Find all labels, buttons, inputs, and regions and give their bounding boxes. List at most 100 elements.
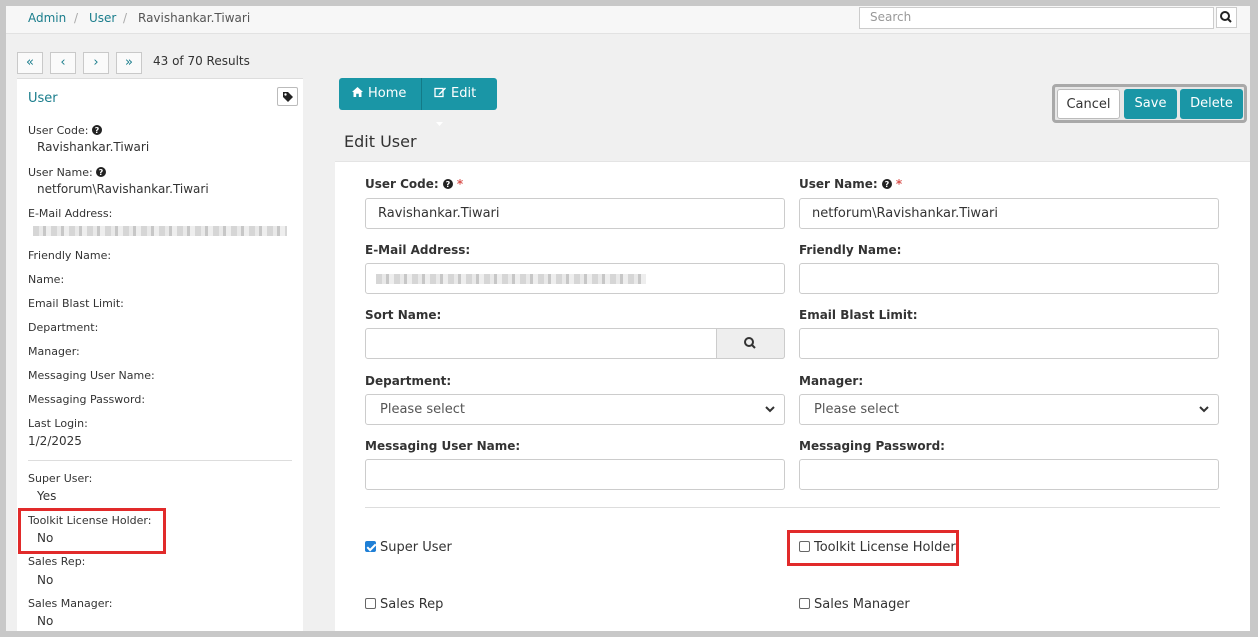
user-summary-panel: User User Code: ? Ravishankar.Tiwari Use… (17, 78, 303, 631)
search-icon (744, 337, 756, 349)
toolkit-license-checkbox[interactable] (799, 541, 810, 552)
super-user-checkbox-label: Super User (380, 540, 452, 555)
email-field-label: E-Mail Address: (365, 243, 471, 257)
sales-manager-label: Sales Manager: (28, 597, 113, 610)
pager-prev-button[interactable]: ‹ (50, 52, 76, 74)
messaging-password-input[interactable] (799, 459, 1219, 490)
email-input[interactable] (365, 263, 785, 294)
sales-manager-checkbox-label: Sales Manager (814, 597, 910, 612)
user-code-input[interactable]: Ravishankar.Tiwari (365, 198, 785, 229)
friendly-name-field-label: Friendly Name: (799, 243, 902, 257)
cancel-button[interactable]: Cancel (1057, 89, 1120, 119)
department-select[interactable]: Please select (365, 394, 785, 425)
sales-rep-checkbox[interactable] (365, 598, 376, 609)
friendly-name-input[interactable] (799, 263, 1219, 294)
super-user-value: Yes (37, 489, 57, 503)
pager-next-button[interactable]: › (83, 52, 109, 74)
super-user-checkbox-row[interactable]: Super User (365, 540, 452, 555)
svg-text:?: ? (446, 180, 451, 189)
name-label: Name: (28, 273, 65, 286)
sort-name-input[interactable] (365, 328, 785, 359)
user-code-value: Ravishankar.Tiwari (37, 140, 150, 154)
search-icon (1220, 11, 1232, 23)
app-frame: Admin / User / Ravishankar.Tiwari Search… (6, 6, 1250, 631)
toolkit-license-checkbox-row[interactable]: Toolkit License Holder (799, 540, 956, 555)
email-label: E-Mail Address: (28, 207, 113, 220)
toolkit-license-value: No (37, 531, 54, 545)
breadcrumb-separator: / (123, 11, 128, 25)
pager-results: 43 of 70 Results (153, 54, 250, 68)
search-input[interactable]: Search (859, 7, 1214, 29)
manager-field-label: Manager: (799, 374, 864, 388)
panel-divider (28, 460, 292, 461)
search-button[interactable] (1216, 7, 1237, 28)
page-title: Edit User (344, 132, 417, 151)
help-icon: ? (96, 167, 107, 177)
email-value-redacted (376, 274, 646, 284)
svg-text:?: ? (95, 126, 100, 135)
user-code-label: User Code: ? (28, 124, 102, 137)
email-blast-limit-input[interactable] (799, 328, 1219, 359)
messaging-user-name-input[interactable] (365, 459, 785, 490)
home-icon (352, 87, 363, 97)
sales-manager-checkbox[interactable] (799, 598, 810, 609)
messaging-password-label: Messaging Password: (28, 393, 146, 406)
edit-button-label: Edit (451, 86, 477, 101)
delete-button[interactable]: Delete (1180, 89, 1243, 119)
manager-label: Manager: (28, 345, 80, 358)
help-icon: ? (881, 179, 892, 189)
manager-select[interactable]: Please select (799, 394, 1219, 425)
toolkit-license-checkbox-label: Toolkit License Holder (814, 540, 956, 555)
svg-text:?: ? (885, 180, 890, 189)
sales-rep-checkbox-row[interactable]: Sales Rep (365, 597, 443, 612)
user-code-field-label: User Code: ? * (365, 177, 464, 191)
department-select-value: Please select (380, 402, 465, 417)
toolkit-license-label: Toolkit License Holder: (28, 514, 152, 527)
manager-select-value: Please select (814, 402, 899, 417)
user-name-field-label: User Name: ? * (799, 177, 903, 191)
edit-menu-button[interactable]: Edit (421, 78, 497, 126)
top-bar: Admin / User / Ravishankar.Tiwari Search (6, 6, 1250, 34)
edit-user-form: User Code: ? * Ravishankar.Tiwari User Na… (335, 161, 1250, 631)
home-button[interactable]: Home (339, 78, 421, 110)
messaging-user-name-label: Messaging User Name: (28, 369, 155, 382)
chevron-down-icon (765, 406, 775, 413)
svg-text:?: ? (99, 168, 104, 177)
breadcrumb-admin[interactable]: Admin (28, 11, 66, 25)
sales-manager-value: No (37, 614, 54, 628)
caret-down-icon (436, 122, 443, 126)
user-name-value: netforum\Ravishankar.Tiwari (37, 182, 209, 196)
pager-first-button[interactable]: « (17, 52, 43, 74)
pager-last-button[interactable]: » (116, 52, 142, 74)
messaging-user-name-field-label: Messaging User Name: (365, 439, 521, 453)
sales-rep-label: Sales Rep: (28, 555, 86, 568)
chevron-down-icon (1199, 406, 1209, 413)
user-name-label: User Name: ? (28, 166, 107, 179)
tag-icon (283, 92, 293, 102)
email-blast-limit-field-label: Email Blast Limit: (799, 308, 918, 322)
messaging-password-field-label: Messaging Password: (799, 439, 945, 453)
help-icon: ? (91, 125, 102, 135)
breadcrumb-current: Ravishankar.Tiwari (138, 11, 251, 25)
friendly-name-label: Friendly Name: (28, 249, 112, 262)
email-value-redacted (33, 226, 287, 236)
breadcrumb-user[interactable]: User (89, 11, 116, 25)
sales-rep-value: No (37, 573, 54, 587)
super-user-checkbox[interactable] (365, 541, 376, 552)
email-blast-limit-label: Email Blast Limit: (28, 297, 124, 310)
sales-manager-checkbox-row[interactable]: Sales Manager (799, 597, 910, 612)
save-button[interactable]: Save (1124, 89, 1177, 119)
panel-title: User (28, 91, 58, 106)
sort-name-search-button[interactable] (716, 328, 785, 359)
last-login-label: Last Login: (28, 417, 88, 430)
user-name-input[interactable]: netforum\Ravishankar.Tiwari (799, 198, 1219, 229)
breadcrumb-separator: / (74, 11, 79, 25)
sales-rep-checkbox-label: Sales Rep (380, 597, 444, 612)
form-divider (365, 507, 1220, 508)
tag-button[interactable] (277, 87, 298, 106)
home-button-label: Home (368, 86, 407, 101)
edit-icon (434, 87, 446, 98)
action-button-group: Cancel Save Delete (1052, 84, 1247, 123)
help-icon: ? (442, 179, 453, 189)
department-label: Department: (28, 321, 99, 334)
